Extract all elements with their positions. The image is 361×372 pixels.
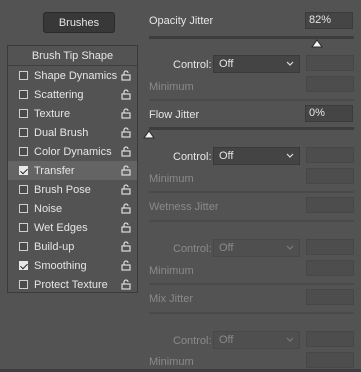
sidebar-item-smoothing[interactable]: Smoothing	[8, 256, 137, 275]
opacity-minimum-slider[interactable]	[149, 99, 354, 101]
unlock-icon[interactable]	[121, 165, 131, 176]
opacity-control-label: Control:	[173, 59, 212, 71]
wetness-jitter-slider[interactable]	[149, 220, 354, 222]
unlock-icon[interactable]	[121, 222, 131, 233]
wetness-control-value: Off	[219, 242, 234, 254]
sidebar-item-texture[interactable]: Texture	[8, 104, 137, 123]
brush-tip-shape-item[interactable]: Brush Tip Shape	[8, 46, 137, 66]
chevron-down-icon	[286, 61, 294, 66]
checkbox[interactable]	[19, 261, 28, 270]
opacity-jitter-slider-thumb[interactable]	[311, 39, 323, 48]
unlock-icon[interactable]	[121, 184, 131, 195]
mix-jitter-slider[interactable]	[149, 312, 354, 314]
sidebar-item-label: Protect Texture	[34, 278, 108, 291]
flow-control-select[interactable]: Off	[213, 147, 300, 165]
sidebar-item-scattering[interactable]: Scattering	[8, 85, 137, 104]
flow-jitter-input[interactable]: 0%	[305, 105, 353, 122]
flow-minimum-input[interactable]	[306, 168, 354, 184]
sidebar-item-wet-edges[interactable]: Wet Edges	[8, 218, 137, 237]
unlock-icon[interactable]	[121, 108, 131, 119]
flow-minimum-slider[interactable]	[149, 191, 354, 193]
mix-control-select[interactable]: Off	[213, 331, 300, 349]
sidebar-item-shape-dynamics[interactable]: Shape Dynamics	[8, 66, 137, 85]
wetness-control-label: Control:	[173, 243, 212, 255]
flow-control-label: Control:	[173, 151, 212, 163]
opacity-minimum-label: Minimum	[149, 81, 194, 93]
checkbox[interactable]	[19, 109, 28, 118]
unlock-icon[interactable]	[121, 89, 131, 100]
unlock-icon[interactable]	[121, 146, 131, 157]
flow-jitter-slider[interactable]	[149, 127, 354, 130]
sidebar-item-label: Color Dynamics	[34, 145, 112, 158]
checkbox[interactable]	[19, 90, 28, 99]
unlock-icon[interactable]	[121, 70, 131, 81]
opacity-control-value: Off	[219, 58, 234, 70]
wetness-jitter-input[interactable]	[306, 197, 354, 213]
checkbox[interactable]	[19, 71, 28, 80]
opacity-jitter-label: Opacity Jitter	[149, 15, 214, 27]
wetness-control-select[interactable]: Off	[213, 239, 300, 257]
chevron-down-icon	[286, 337, 294, 342]
opacity-control-value-box	[306, 55, 354, 71]
mix-minimum-input[interactable]	[306, 352, 354, 368]
chevron-down-icon	[286, 245, 294, 250]
sidebar-item-transfer[interactable]: Transfer	[8, 161, 137, 180]
checkbox[interactable]	[19, 223, 28, 232]
brushes-button[interactable]: Brushes	[43, 12, 115, 33]
sidebar-item-label: Texture	[34, 107, 71, 120]
sidebar-item-brush-pose[interactable]: Brush Pose	[8, 180, 137, 199]
flow-jitter-label: Flow Jitter	[149, 109, 200, 121]
sidebar-item-label: Transfer	[34, 164, 75, 177]
mix-control-label: Control:	[173, 335, 212, 347]
unlock-icon[interactable]	[121, 127, 131, 138]
mix-control-value: Off	[219, 334, 234, 346]
unlock-icon[interactable]	[121, 203, 131, 214]
sidebar-item-label: Brush Pose	[34, 183, 91, 196]
wetness-minimum-label: Minimum	[149, 265, 194, 277]
wetness-minimum-input[interactable]	[306, 260, 354, 276]
checkbox[interactable]	[19, 280, 28, 289]
opacity-jitter-slider[interactable]	[149, 36, 354, 39]
mix-jitter-input[interactable]	[306, 289, 354, 305]
sidebar-item-label: Shape Dynamics	[34, 69, 118, 82]
flow-control-value: Off	[219, 150, 234, 162]
unlock-icon[interactable]	[121, 279, 131, 290]
opacity-control-select[interactable]: Off	[213, 55, 300, 73]
checkbox[interactable]	[19, 242, 28, 251]
mix-control-value-box	[306, 331, 354, 347]
chevron-down-icon	[286, 153, 294, 158]
sidebar-item-label: Scattering	[34, 88, 84, 101]
brush-settings-sidebar: Brushes Brush Tip Shape Shape Dynamics Sc…	[0, 0, 142, 372]
mix-jitter-label: Mix Jitter	[149, 293, 193, 305]
opacity-minimum-input[interactable]	[306, 76, 354, 92]
sidebar-item-noise[interactable]: Noise	[8, 199, 137, 218]
sidebar-item-build-up[interactable]: Build-up	[8, 237, 137, 256]
flow-minimum-label: Minimum	[149, 173, 194, 185]
opacity-jitter-input[interactable]: 82%	[305, 12, 353, 29]
sidebar-item-protect-texture[interactable]: Protect Texture	[8, 275, 137, 294]
brush-options-list: Brush Tip Shape Shape Dynamics Scattering…	[7, 45, 138, 293]
sidebar-item-dual-brush[interactable]: Dual Brush	[8, 123, 137, 142]
wetness-control-value-box	[306, 239, 354, 255]
checkbox[interactable]	[19, 128, 28, 137]
flow-jitter-slider-thumb[interactable]	[143, 130, 155, 139]
unlock-icon[interactable]	[121, 260, 131, 271]
transfer-settings-panel: Opacity Jitter 82% Control: Off Minimum …	[142, 0, 361, 372]
sidebar-item-label: Noise	[34, 202, 63, 215]
sidebar-item-color-dynamics[interactable]: Color Dynamics	[8, 142, 137, 161]
mix-minimum-label: Minimum	[149, 356, 194, 368]
sidebar-item-label: Wet Edges	[34, 221, 88, 234]
unlock-icon[interactable]	[121, 241, 131, 252]
wetness-jitter-label: Wetness Jitter	[149, 201, 219, 213]
checkbox[interactable]	[19, 166, 28, 175]
sidebar-item-label: Dual Brush	[34, 126, 89, 139]
checkbox[interactable]	[19, 147, 28, 156]
checkbox[interactable]	[19, 204, 28, 213]
wetness-minimum-slider[interactable]	[149, 283, 354, 285]
checkbox[interactable]	[19, 185, 28, 194]
flow-control-value-box	[306, 147, 354, 163]
sidebar-item-label: Smoothing	[34, 259, 87, 272]
sidebar-item-label: Build-up	[34, 240, 75, 253]
